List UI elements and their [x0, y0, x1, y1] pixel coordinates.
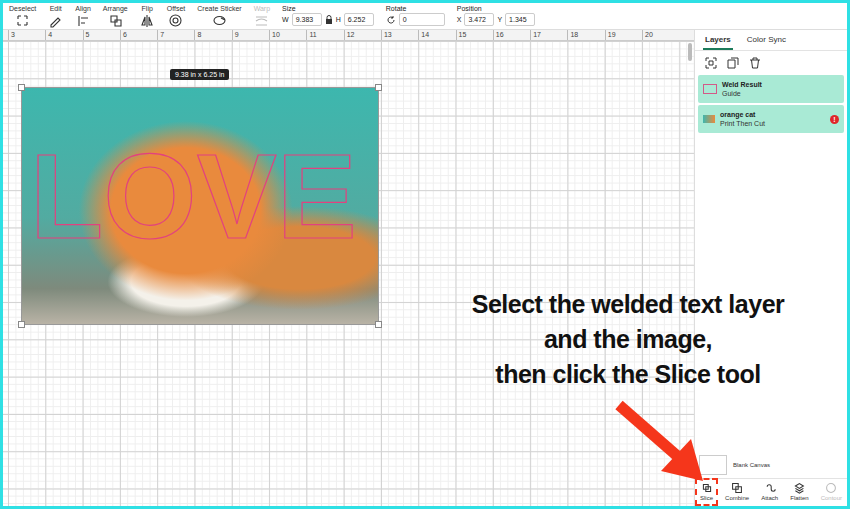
design-space-screen: Deselect Edit Align Arrange Flip Offset …	[0, 0, 850, 509]
ruler-mark: 7	[157, 30, 194, 40]
canvas-area: 34567891011121314151617181920 9.38 in x …	[3, 30, 694, 506]
bottom-tool-button[interactable]: Attach	[758, 480, 781, 504]
blank-canvas-swatch	[699, 455, 727, 475]
layers-panel: Layers Color Sync Weld Result Guide orang…	[694, 30, 847, 506]
y-field[interactable]: 1.345	[505, 13, 535, 26]
ruler-mark: 16	[493, 30, 530, 40]
panel-tab[interactable]: Color Sync	[745, 30, 788, 50]
ruler-mark: 11	[306, 30, 343, 40]
canvas-grid[interactable]: 9.38 in x 6.25 in LOVE	[3, 41, 694, 506]
ruler-mark: 6	[120, 30, 157, 40]
ruler-mark: 4	[45, 30, 82, 40]
lock-icon[interactable]	[325, 15, 333, 24]
layer-thumbnail	[703, 84, 717, 94]
ruler-mark: 14	[418, 30, 455, 40]
tool-icon	[212, 13, 227, 28]
tool-icon	[764, 482, 776, 494]
bottom-toolbar: Slice Combine Attach Flatten Contour	[695, 478, 847, 506]
ruler-mark: 5	[83, 30, 120, 40]
bottom-tool-button[interactable]: Slice	[697, 480, 716, 504]
position-group: Position X 3.472 Y 1.345	[457, 4, 535, 26]
toolbar-button[interactable]: Deselect	[9, 4, 36, 28]
size-tooltip: 9.38 in x 6.25 in	[170, 69, 229, 80]
rotate-icon	[386, 15, 396, 25]
toolbar-button[interactable]: Warp	[254, 4, 270, 28]
resize-handle[interactable]	[18, 321, 25, 328]
tool-icon	[254, 13, 269, 28]
duplicate-icon[interactable]	[727, 57, 739, 69]
tool-icon	[108, 13, 123, 28]
ruler-mark: 18	[567, 30, 604, 40]
ruler-mark: 17	[530, 30, 567, 40]
welded-text[interactable]: LOVE	[30, 136, 357, 256]
scrollbar[interactable]	[688, 43, 692, 61]
resize-handle[interactable]	[375, 84, 382, 91]
toolbar-button[interactable]: Arrange	[103, 4, 128, 28]
delete-icon[interactable]	[749, 57, 761, 69]
tool-icon	[48, 13, 63, 28]
size-group: Size W 9.383 H 6.252	[282, 4, 374, 26]
toolbar-button[interactable]: Offset	[167, 4, 186, 28]
toolbar-button[interactable]: Flip	[140, 4, 155, 28]
layer-item[interactable]: orange cat Print Then Cut !	[698, 105, 844, 133]
warning-badge: !	[830, 115, 839, 124]
toolbar-button[interactable]: Align	[75, 4, 91, 28]
ruler-mark: 20	[642, 30, 679, 40]
rotate-group: Rotate 0	[386, 4, 445, 26]
tool-icon	[701, 482, 713, 494]
tool-icon	[825, 482, 837, 494]
tool-icon	[76, 13, 91, 28]
cat-image[interactable]: LOVE	[22, 88, 378, 324]
bottom-tool-button[interactable]: Contour	[818, 480, 845, 504]
toolbar-button[interactable]: Create Sticker	[197, 4, 241, 28]
ruler-mark: 10	[269, 30, 306, 40]
tutorial-annotation: Select the welded text layerand the imag…	[413, 287, 843, 392]
ruler-mark: 8	[194, 30, 231, 40]
blank-canvas-row[interactable]: Blank Canvas	[695, 452, 847, 478]
tool-icon	[15, 13, 30, 28]
tool-icon	[168, 13, 183, 28]
bottom-tool-button[interactable]: Flatten	[787, 480, 811, 504]
tool-icon	[140, 13, 155, 28]
arrow-icon	[611, 399, 721, 489]
x-field[interactable]: 3.472	[464, 13, 494, 26]
layer-thumbnail	[703, 115, 715, 123]
top-ruler: 34567891011121314151617181920	[3, 30, 694, 41]
edit-toolbar: Deselect Edit Align Arrange Flip Offset …	[3, 3, 847, 30]
panel-tab[interactable]: Layers	[703, 30, 733, 50]
resize-handle[interactable]	[18, 84, 25, 91]
ruler-mark: 19	[605, 30, 642, 40]
bottom-tool-button[interactable]: Combine	[722, 480, 752, 504]
ruler-mark: 9	[232, 30, 269, 40]
toolbar-button[interactable]: Edit	[48, 4, 63, 28]
layer-item[interactable]: Weld Result Guide	[698, 75, 844, 103]
resize-handle[interactable]	[375, 321, 382, 328]
group-icon[interactable]	[705, 57, 717, 69]
ruler-mark: 3	[8, 30, 45, 40]
ruler-mark: 13	[381, 30, 418, 40]
ruler-mark: 12	[344, 30, 381, 40]
height-field[interactable]: 6.252	[344, 13, 374, 26]
rotate-field[interactable]: 0	[399, 13, 445, 26]
tool-icon	[731, 482, 743, 494]
tool-icon	[793, 482, 805, 494]
ruler-mark: 15	[456, 30, 493, 40]
width-field[interactable]: 9.383	[292, 13, 322, 26]
